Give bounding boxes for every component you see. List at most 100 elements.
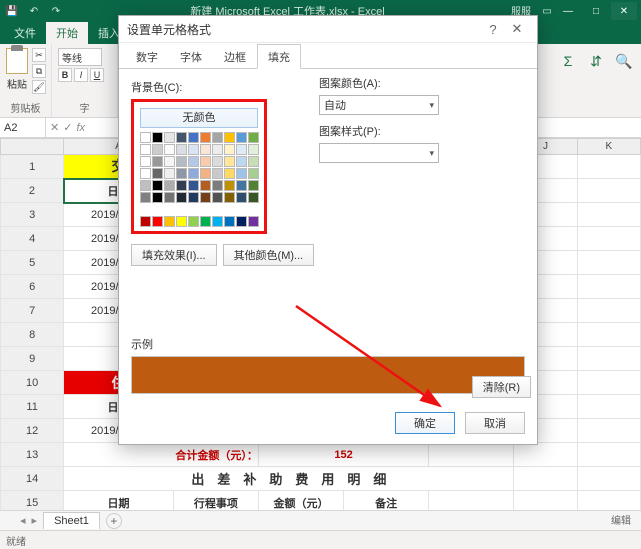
cell[interactable]: 合计金额（元）：	[64, 443, 259, 467]
color-swatch[interactable]	[164, 168, 175, 179]
color-swatch[interactable]	[224, 216, 235, 227]
color-swatch[interactable]	[176, 216, 187, 227]
fx-icon[interactable]: fx	[76, 122, 85, 134]
color-swatch[interactable]	[224, 168, 235, 179]
color-swatch[interactable]	[188, 132, 199, 143]
ribbon-options-icon[interactable]: ▭	[539, 3, 555, 19]
color-swatch[interactable]	[140, 168, 151, 179]
color-swatch[interactable]	[212, 192, 223, 203]
color-swatch[interactable]	[212, 180, 223, 191]
copy-icon[interactable]: ⧉	[32, 64, 46, 78]
format-painter-icon[interactable]: 🖌	[32, 80, 46, 94]
tab-number[interactable]: 数字	[125, 44, 169, 69]
cancel-entry-icon[interactable]: ✕	[50, 121, 59, 134]
color-swatch[interactable]	[248, 168, 259, 179]
pattern-style-select[interactable]: ▾	[319, 143, 439, 163]
color-swatch[interactable]	[236, 180, 247, 191]
fill-effects-button[interactable]: 填充效果(I)...	[131, 244, 217, 266]
color-swatch[interactable]	[236, 156, 247, 167]
color-swatch[interactable]	[176, 180, 187, 191]
color-swatch[interactable]	[140, 144, 151, 155]
color-swatch[interactable]	[188, 156, 199, 167]
color-swatch[interactable]	[140, 180, 151, 191]
color-swatch[interactable]	[152, 192, 163, 203]
cell[interactable]: 金额（元）	[258, 491, 343, 511]
tab-fill[interactable]: 填充	[257, 44, 301, 69]
color-swatch[interactable]	[212, 216, 223, 227]
color-swatch[interactable]	[248, 132, 259, 143]
color-swatch[interactable]	[224, 180, 235, 191]
color-swatch[interactable]	[152, 156, 163, 167]
color-swatch[interactable]	[176, 132, 187, 143]
color-swatch[interactable]	[152, 132, 163, 143]
redo-icon[interactable]: ↷	[48, 3, 64, 19]
color-swatch[interactable]	[164, 180, 175, 191]
autosum-icon[interactable]: Σ	[557, 50, 579, 72]
tab-border[interactable]: 边框	[213, 44, 257, 69]
add-sheet-button[interactable]: +	[106, 513, 122, 529]
color-swatch[interactable]	[188, 168, 199, 179]
underline-button[interactable]: U	[90, 68, 104, 82]
color-swatch[interactable]	[176, 192, 187, 203]
cell[interactable]: 出 差 补 助 费 用 明 细	[64, 467, 514, 491]
color-swatch[interactable]	[236, 144, 247, 155]
cell[interactable]: 备注	[344, 491, 429, 511]
color-swatch[interactable]	[164, 132, 175, 143]
color-swatch[interactable]	[152, 216, 163, 227]
color-swatch[interactable]	[212, 168, 223, 179]
cancel-button[interactable]: 取消	[465, 412, 525, 434]
ok-button[interactable]: 确定	[395, 412, 455, 434]
color-swatch[interactable]	[164, 192, 175, 203]
color-swatch[interactable]	[248, 216, 259, 227]
color-swatch[interactable]	[188, 216, 199, 227]
dialog-help-icon[interactable]: ?	[481, 22, 505, 37]
color-swatch[interactable]	[188, 144, 199, 155]
color-swatch[interactable]	[248, 156, 259, 167]
save-icon[interactable]: 💾	[4, 3, 20, 19]
find-select-icon[interactable]: 🔍	[613, 50, 635, 72]
cut-icon[interactable]: ✂	[32, 48, 46, 62]
color-swatch[interactable]	[200, 192, 211, 203]
minimize-icon[interactable]: —	[555, 2, 581, 20]
color-swatch[interactable]	[212, 144, 223, 155]
color-swatch[interactable]	[200, 168, 211, 179]
color-swatch[interactable]	[236, 168, 247, 179]
tab-home[interactable]: 开始	[46, 22, 88, 44]
sheet-tab[interactable]: Sheet1	[43, 512, 100, 529]
sheet-nav-next-icon[interactable]: ▸	[32, 514, 38, 527]
color-swatch[interactable]	[236, 132, 247, 143]
color-swatch[interactable]	[224, 156, 235, 167]
cell[interactable]: 152	[258, 443, 428, 467]
color-swatch[interactable]	[188, 180, 199, 191]
color-swatch[interactable]	[140, 156, 151, 167]
color-swatch[interactable]	[236, 216, 247, 227]
tab-font[interactable]: 字体	[169, 44, 213, 69]
color-swatch[interactable]	[224, 192, 235, 203]
color-swatch[interactable]	[212, 132, 223, 143]
color-swatch[interactable]	[164, 216, 175, 227]
close-icon[interactable]: ✕	[611, 2, 637, 20]
color-swatch[interactable]	[224, 132, 235, 143]
col-K[interactable]: K	[577, 139, 640, 155]
dialog-close-icon[interactable]: ✕	[505, 21, 529, 37]
color-swatch[interactable]	[152, 180, 163, 191]
clear-button[interactable]: 清除(R)	[472, 376, 531, 398]
sheet-nav-prev-icon[interactable]: ◂	[20, 514, 26, 527]
color-swatch[interactable]	[140, 132, 151, 143]
color-swatch[interactable]	[236, 192, 247, 203]
color-swatch[interactable]	[200, 216, 211, 227]
color-swatch[interactable]	[176, 156, 187, 167]
color-swatch[interactable]	[140, 216, 151, 227]
pattern-color-select[interactable]: 自动 ▾	[319, 95, 439, 115]
color-swatch[interactable]	[188, 192, 199, 203]
color-swatch[interactable]	[164, 144, 175, 155]
italic-button[interactable]: I	[74, 68, 88, 82]
font-name-select[interactable]: 等线	[58, 48, 102, 66]
cell[interactable]: 日期	[64, 491, 174, 511]
other-colors-button[interactable]: 其他颜色(M)...	[223, 244, 315, 266]
cell[interactable]: 行程事项	[173, 491, 258, 511]
color-swatch[interactable]	[224, 144, 235, 155]
color-swatch[interactable]	[200, 180, 211, 191]
color-swatch[interactable]	[152, 144, 163, 155]
undo-icon[interactable]: ↶	[26, 3, 42, 19]
